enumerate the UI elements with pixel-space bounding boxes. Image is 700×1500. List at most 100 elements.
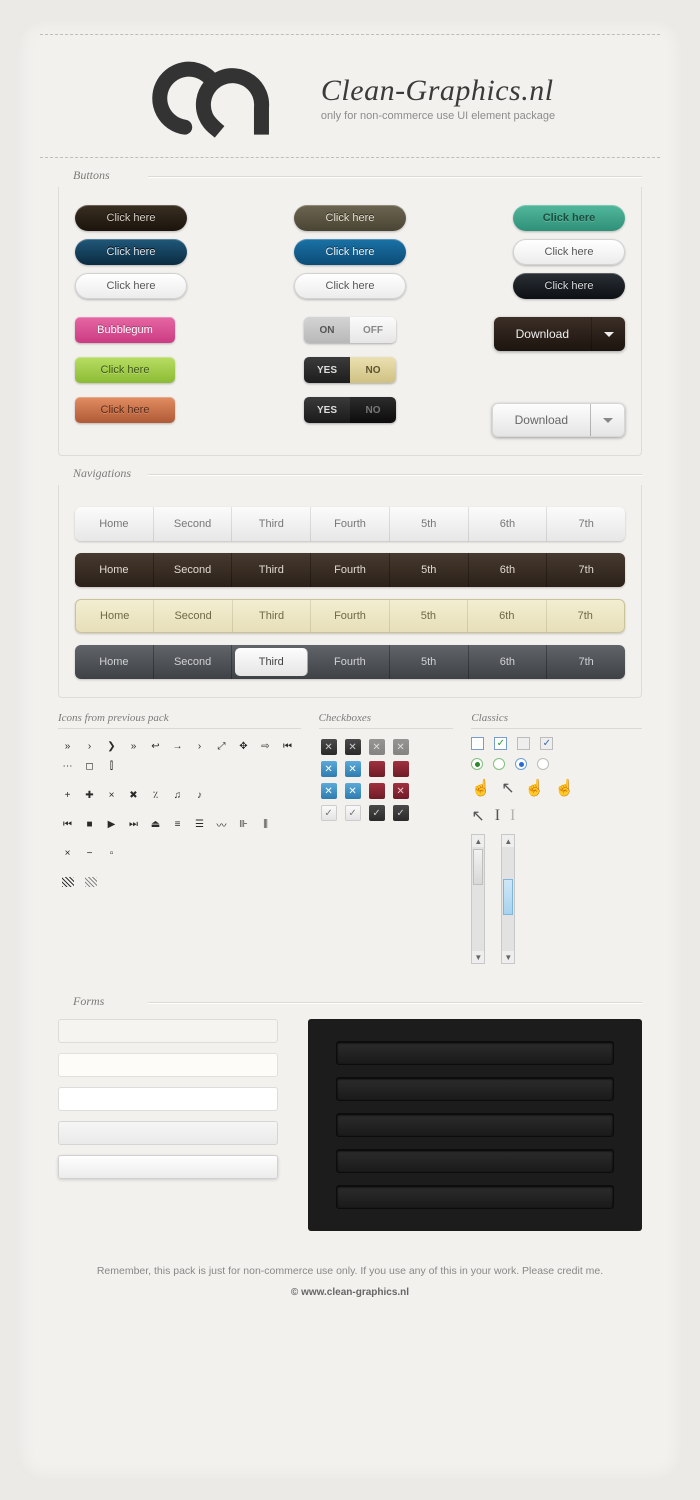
button-bubblegum[interactable]: Bubblegum bbox=[75, 317, 175, 343]
nav-item[interactable]: Home bbox=[75, 507, 154, 541]
nav-item[interactable]: 5th bbox=[390, 645, 469, 679]
nav-item[interactable]: 7th bbox=[547, 507, 625, 541]
nav-item[interactable]: Fourth bbox=[311, 645, 390, 679]
nav-item[interactable]: 5th bbox=[390, 507, 469, 541]
classic-radio-gray[interactable] bbox=[537, 758, 549, 770]
checkbox-white[interactable]: ✓ bbox=[321, 805, 337, 821]
button-teal[interactable]: Click here bbox=[513, 205, 625, 231]
nav-item[interactable]: 7th bbox=[547, 600, 624, 632]
download-button-dark[interactable]: Download bbox=[494, 317, 625, 351]
input-light-2[interactable] bbox=[58, 1053, 278, 1077]
checkbox-blue[interactable]: ✕ bbox=[321, 761, 337, 777]
button-orange[interactable]: Click here bbox=[75, 397, 175, 423]
checkbox-white[interactable]: ✓ bbox=[345, 805, 361, 821]
toggle-off[interactable]: OFF bbox=[350, 317, 396, 343]
button-white-2[interactable]: Click here bbox=[75, 273, 187, 299]
nav-item-active[interactable]: Third bbox=[235, 648, 308, 676]
nav-item[interactable]: Third bbox=[232, 553, 311, 587]
nav-item[interactable]: Fourth bbox=[311, 507, 390, 541]
input-dark[interactable] bbox=[336, 1113, 614, 1137]
classic-radio[interactable] bbox=[493, 758, 505, 770]
forms-panel bbox=[58, 1013, 642, 1231]
nav-item[interactable]: Fourth bbox=[311, 600, 389, 632]
hatch-light-icon bbox=[85, 877, 97, 887]
input-light-4[interactable] bbox=[58, 1121, 278, 1145]
forms-dark bbox=[308, 1019, 642, 1231]
caret-down-icon[interactable] bbox=[590, 404, 624, 436]
checkbox-black-check[interactable]: ✓ bbox=[393, 805, 409, 821]
nav-item[interactable]: 7th bbox=[547, 645, 625, 679]
caret-down-icon[interactable] bbox=[591, 317, 625, 351]
nav-item[interactable]: 6th bbox=[468, 600, 546, 632]
button-blue[interactable]: Click here bbox=[294, 239, 406, 265]
classic-radio-blue-selected[interactable] bbox=[515, 758, 527, 770]
nav-item[interactable]: Fourth bbox=[311, 553, 390, 587]
classic-radio-selected[interactable] bbox=[471, 758, 483, 770]
checkbox-blue[interactable]: ✕ bbox=[321, 783, 337, 799]
nav-item[interactable]: 6th bbox=[469, 507, 548, 541]
checkbox-blue[interactable]: ✕ bbox=[345, 761, 361, 777]
nav-item[interactable]: 7th bbox=[547, 553, 625, 587]
checkbox-black[interactable]: ✕ bbox=[345, 739, 361, 755]
toggle-yes-dark[interactable]: YES bbox=[304, 397, 350, 423]
button-dark-blue[interactable]: Click here bbox=[75, 239, 187, 265]
toggle-yes-no-cream[interactable]: YES NO bbox=[304, 357, 396, 383]
checkbox-grid: ✕ ✕ ✕ ✕ ✕ ✕ ✕ ✕ ✕ ✓ ✓ ✓ ✓ bbox=[319, 737, 454, 823]
classic-checkbox-gray[interactable] bbox=[517, 737, 530, 750]
checkbox-red[interactable]: ✕ bbox=[393, 783, 409, 799]
input-dark[interactable] bbox=[336, 1077, 614, 1101]
nav-item[interactable]: Second bbox=[154, 507, 233, 541]
checkbox-black-faint[interactable]: ✕ bbox=[393, 739, 409, 755]
nav-item[interactable]: Home bbox=[75, 645, 154, 679]
checkbox-red[interactable] bbox=[369, 783, 385, 799]
nav-item[interactable]: Home bbox=[76, 600, 154, 632]
header: Clean-Graphics.nl only for non-commerce … bbox=[18, 35, 682, 157]
section-heading-nav: Navigations bbox=[18, 456, 682, 485]
nav-item[interactable]: Third bbox=[233, 600, 311, 632]
toggle-no-dark[interactable]: NO bbox=[350, 397, 396, 423]
input-dark[interactable] bbox=[336, 1041, 614, 1065]
input-light-1[interactable] bbox=[58, 1019, 278, 1043]
classic-checkbox[interactable] bbox=[471, 737, 484, 750]
checkbox-red[interactable] bbox=[393, 761, 409, 777]
input-light-5[interactable] bbox=[58, 1155, 278, 1179]
button-white-1[interactable]: Click here bbox=[513, 239, 625, 265]
scrollbar-thumb[interactable] bbox=[503, 879, 513, 915]
x-small-icon: × bbox=[106, 790, 117, 801]
input-dark[interactable] bbox=[336, 1185, 614, 1209]
toggle-no[interactable]: NO bbox=[350, 357, 396, 383]
nav-item[interactable]: Third bbox=[232, 507, 311, 541]
plus-bold-icon: ✚ bbox=[84, 790, 95, 801]
checkbox-red[interactable] bbox=[369, 761, 385, 777]
nav-item[interactable]: 6th bbox=[469, 553, 548, 587]
toggle-on[interactable]: ON bbox=[304, 317, 350, 343]
classic-checkbox-gray-checked[interactable]: ✓ bbox=[540, 737, 553, 750]
nav-item[interactable]: 6th bbox=[469, 645, 548, 679]
button-dark-brown[interactable]: Click here bbox=[75, 205, 187, 231]
nav-item[interactable]: Second bbox=[154, 553, 233, 587]
button-black[interactable]: Click here bbox=[513, 273, 625, 299]
checkbox-black[interactable]: ✕ bbox=[321, 739, 337, 755]
toggle-yes-no-dark[interactable]: YES NO bbox=[304, 397, 396, 423]
nav-item[interactable]: Home bbox=[75, 553, 154, 587]
input-dark[interactable] bbox=[336, 1149, 614, 1173]
footer-copyright: © www.clean-graphics.nl bbox=[18, 1287, 682, 1298]
nav-item[interactable]: 5th bbox=[390, 600, 468, 632]
checkbox-blue[interactable]: ✕ bbox=[345, 783, 361, 799]
nav-item[interactable]: Second bbox=[154, 645, 233, 679]
classic-checkbox-checked[interactable]: ✓ bbox=[494, 737, 507, 750]
button-green[interactable]: Click here bbox=[75, 357, 175, 383]
toggle-on-off[interactable]: ON OFF bbox=[304, 317, 396, 343]
button-white-3[interactable]: Click here bbox=[294, 273, 406, 299]
download-button-light[interactable]: Download bbox=[492, 403, 625, 437]
scrollbar-blue[interactable]: ▲ ▼ bbox=[501, 834, 515, 964]
input-light-3[interactable] bbox=[58, 1087, 278, 1111]
checkbox-black-check[interactable]: ✓ bbox=[369, 805, 385, 821]
scrollbar-thumb[interactable] bbox=[473, 849, 483, 885]
nav-item[interactable]: Second bbox=[154, 600, 232, 632]
button-olive[interactable]: Click here bbox=[294, 205, 406, 231]
checkbox-black-faint[interactable]: ✕ bbox=[369, 739, 385, 755]
scrollbar-gray[interactable]: ▲ ▼ bbox=[471, 834, 485, 964]
toggle-yes[interactable]: YES bbox=[304, 357, 350, 383]
nav-item[interactable]: 5th bbox=[390, 553, 469, 587]
